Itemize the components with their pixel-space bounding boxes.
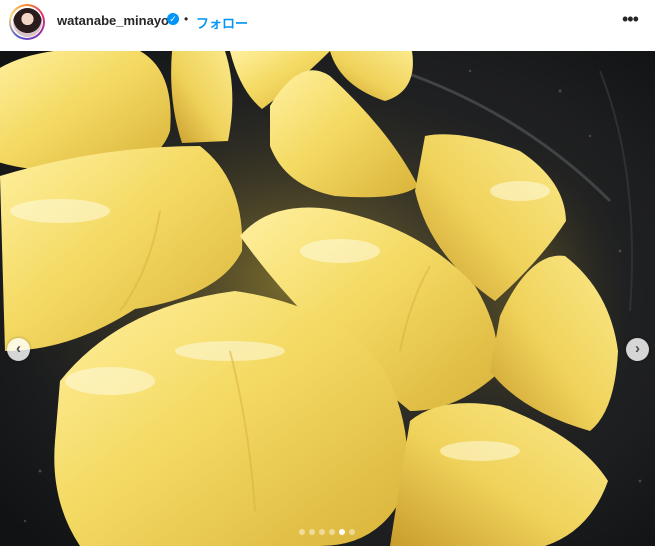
carousel-dot bbox=[329, 529, 335, 535]
carousel-dot bbox=[309, 529, 315, 535]
follow-button[interactable]: フォロー bbox=[196, 13, 248, 32]
avatar-border bbox=[11, 6, 43, 38]
carousel-dot bbox=[349, 529, 355, 535]
more-options-icon[interactable]: ••• bbox=[622, 10, 639, 28]
carousel-dot bbox=[299, 529, 305, 535]
story-ring[interactable] bbox=[9, 4, 45, 40]
carousel-dot bbox=[339, 529, 345, 535]
carousel-next-button[interactable]: › bbox=[626, 338, 649, 361]
carousel-prev-button[interactable]: ‹ bbox=[7, 338, 30, 361]
post-photo[interactable]: ‹ › bbox=[0, 51, 655, 546]
post-header: watanabe_minayo ✓ • フォロー ••• bbox=[0, 0, 655, 44]
verified-badge-icon: ✓ bbox=[167, 13, 179, 25]
fried-potatoes-image bbox=[0, 51, 655, 546]
avatar[interactable] bbox=[12, 7, 42, 37]
chevron-left-icon: ‹ bbox=[16, 340, 21, 357]
chevron-right-icon: › bbox=[635, 340, 640, 357]
separator-dot: • bbox=[184, 12, 189, 26]
carousel-indicator bbox=[289, 528, 365, 536]
carousel-dot bbox=[319, 529, 325, 535]
username-link[interactable]: watanabe_minayo bbox=[57, 13, 169, 28]
